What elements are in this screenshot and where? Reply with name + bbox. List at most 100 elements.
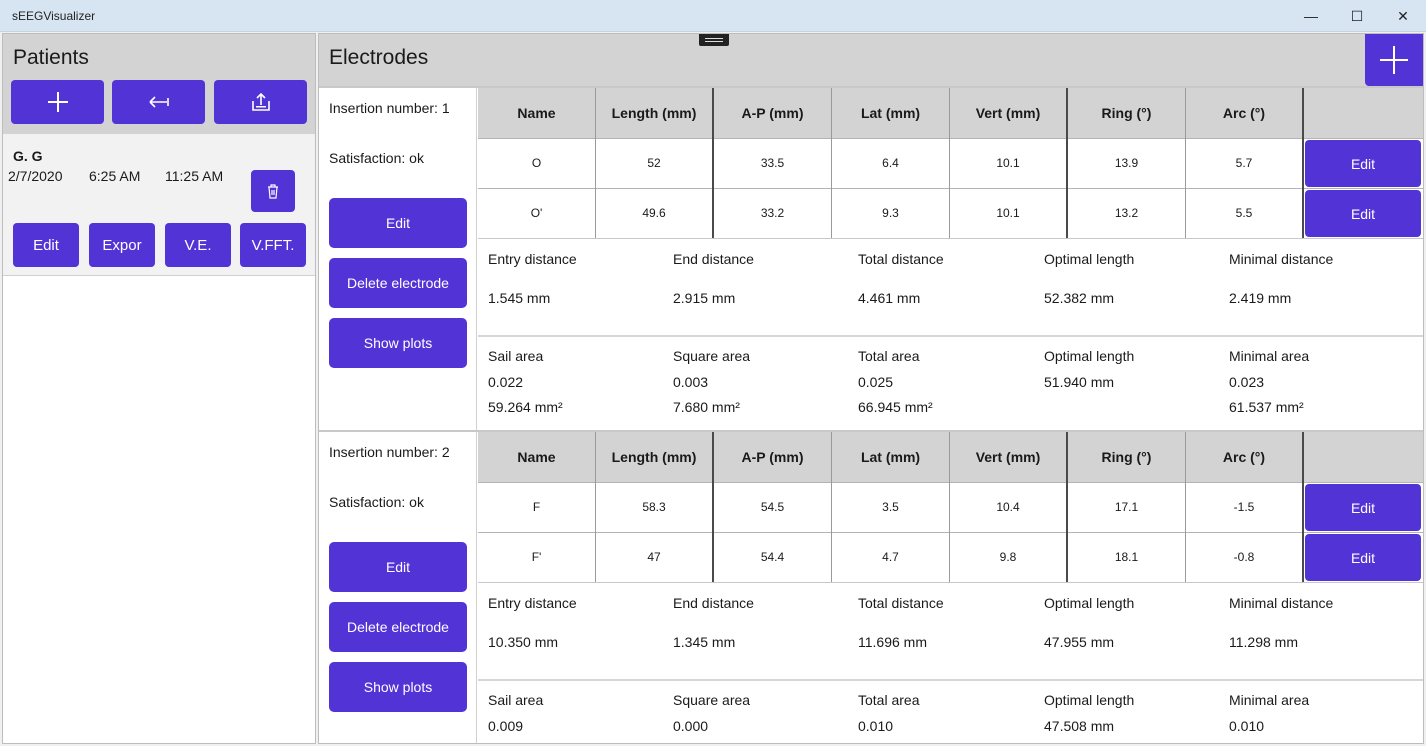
- electrodes-panel: Electrodes Insertion number: 1 Satisfacti…: [318, 33, 1424, 744]
- share-patient-button[interactable]: [214, 80, 307, 124]
- area-value: 0.000: [673, 718, 709, 734]
- area-label: Optimal length: [1044, 692, 1135, 708]
- patient-time-end: 11:25 AM: [165, 168, 224, 184]
- column-header: Length (mm): [596, 88, 714, 138]
- area-label: Total area: [858, 348, 920, 364]
- import-patient-button[interactable]: [112, 80, 205, 124]
- edit-electrode-button[interactable]: Edit: [1305, 140, 1421, 187]
- table-row: O 52 33.5 6.4 10.1 13.9 5.7 Edit: [478, 138, 1423, 188]
- edit-electrode-button[interactable]: Edit: [1305, 484, 1421, 531]
- show-plots-button[interactable]: Show plots: [329, 662, 467, 712]
- table-cell: F: [478, 482, 596, 532]
- edit-electrode-button[interactable]: Edit: [1305, 534, 1421, 581]
- minimize-button[interactable]: —: [1288, 0, 1334, 32]
- delete-patient-button[interactable]: [251, 170, 295, 212]
- distance-value: 11.298 mm: [1229, 634, 1298, 650]
- insertion-block: Insertion number: 2 Satisfaction: ok Edit D…: [319, 430, 1423, 743]
- patients-title: Patients: [13, 46, 89, 69]
- close-button[interactable]: ✕: [1380, 0, 1426, 32]
- area-value: 0.022: [488, 374, 524, 390]
- table-cell: 54.4: [714, 532, 832, 582]
- maximize-button[interactable]: ☐: [1334, 0, 1380, 32]
- patient-name: G. G: [13, 148, 43, 164]
- edit-insertion-button[interactable]: Edit: [329, 198, 467, 248]
- table-cell: 13.2: [1068, 188, 1186, 238]
- table-cell: -1.5: [1186, 482, 1304, 532]
- arrow-left-bar-icon: [148, 96, 169, 108]
- area-value: 0.025: [858, 374, 894, 390]
- show-plots-button[interactable]: Show plots: [329, 318, 467, 368]
- drag-handle-icon[interactable]: [699, 34, 729, 46]
- table-cell: 49.6: [596, 188, 714, 238]
- table-cell: 54.5: [714, 482, 832, 532]
- plus-icon: [47, 92, 68, 112]
- table-cell: 6.4: [832, 138, 950, 188]
- plus-icon: [1380, 46, 1408, 74]
- areas-panel: Sail area 0.022 59.264 mm² Square area 0.003…: [478, 335, 1423, 430]
- area-value: 47.508 mm: [1044, 718, 1115, 734]
- edit-electrode-button[interactable]: Edit: [1305, 190, 1421, 237]
- area-label: Square area: [673, 348, 751, 364]
- column-header: Vert (mm): [950, 88, 1068, 138]
- table-header-row: Name Length (mm) A-P (mm) Lat (mm) Vert (mm)…: [478, 88, 1423, 138]
- table-cell: O': [478, 188, 596, 238]
- patient-date: 2/7/2020: [8, 168, 63, 184]
- area-value: 51.940 mm: [1044, 374, 1115, 390]
- area-value: 0.003: [673, 374, 709, 390]
- add-electrode-button[interactable]: [1365, 34, 1423, 86]
- table-cell: 13.9: [1068, 138, 1186, 188]
- distance-value: 2.915 mm: [673, 290, 736, 306]
- column-header: Vert (mm): [950, 432, 1068, 482]
- insertion-number: Insertion number: 2: [329, 444, 450, 460]
- table-cell: 5.7: [1186, 138, 1304, 188]
- delete-electrode-button[interactable]: Delete electrode: [329, 602, 467, 652]
- column-header: Name: [478, 432, 596, 482]
- table-row: F' 47 54.4 4.7 9.8 18.1 -0.8 Edit: [478, 532, 1423, 582]
- table-cell: 10.4: [950, 482, 1068, 532]
- distance-label: Entry distance: [488, 251, 577, 267]
- column-header: Lat (mm): [832, 432, 950, 482]
- insertion-satisfaction: Satisfaction: ok: [329, 150, 424, 166]
- patients-panel: Patients G. G 2/7/2020 6:25 AM 11:25 AM …: [2, 33, 316, 744]
- area-label: Minimal area: [1229, 348, 1310, 364]
- distance-value: 4.461 mm: [858, 290, 921, 306]
- insertion-number: Insertion number: 1: [329, 100, 450, 116]
- area-value-mm2: 61.537 mm²: [1229, 399, 1304, 415]
- vfft-button[interactable]: V.FFT.: [240, 223, 306, 267]
- distances-panel: Entry distance 10.350 mm End distance 1.345…: [478, 582, 1423, 679]
- table-cell: 58.3: [596, 482, 714, 532]
- patient-card[interactable]: G. G 2/7/2020 6:25 AM 11:25 AM Edit Expo…: [3, 134, 315, 276]
- area-value-mm2: 66.945 mm²: [858, 399, 933, 415]
- export-patient-button[interactable]: Expor: [89, 223, 155, 267]
- area-value: 0.010: [1229, 718, 1265, 734]
- column-header: A-P (mm): [714, 432, 832, 482]
- area-label: Sail area: [488, 692, 544, 708]
- delete-electrode-button[interactable]: Delete electrode: [329, 258, 467, 308]
- table-row: F 58.3 54.5 3.5 10.4 17.1 -1.5 Edit: [478, 482, 1423, 532]
- column-header: Ring (°): [1068, 88, 1186, 138]
- table-cell: F': [478, 532, 596, 582]
- distance-label: Entry distance: [488, 595, 577, 611]
- table-cell: 10.1: [950, 188, 1068, 238]
- table-cell: 33.5: [714, 138, 832, 188]
- edit-insertion-button[interactable]: Edit: [329, 542, 467, 592]
- distance-value: 1.545 mm: [488, 290, 551, 306]
- distance-label: Optimal length: [1044, 595, 1135, 611]
- area-label: Square area: [673, 692, 751, 708]
- table-cell: 18.1: [1068, 532, 1186, 582]
- distance-value: 10.350 mm: [488, 634, 559, 650]
- area-value: 0.023: [1229, 374, 1265, 390]
- column-header: Arc (°): [1186, 432, 1304, 482]
- distance-label: Total distance: [858, 251, 944, 267]
- ve-button[interactable]: V.E.: [165, 223, 231, 267]
- patients-header: Patients: [3, 34, 315, 134]
- insertion-satisfaction: Satisfaction: ok: [329, 494, 424, 510]
- edit-patient-button[interactable]: Edit: [13, 223, 79, 267]
- distance-label: Total distance: [858, 595, 944, 611]
- add-patient-button[interactable]: [11, 80, 104, 124]
- column-header: Ring (°): [1068, 432, 1186, 482]
- table-cell: 5.5: [1186, 188, 1304, 238]
- distance-label: Minimal distance: [1229, 595, 1334, 611]
- distance-value: 1.345 mm: [673, 634, 736, 650]
- area-value: 0.009: [488, 718, 524, 734]
